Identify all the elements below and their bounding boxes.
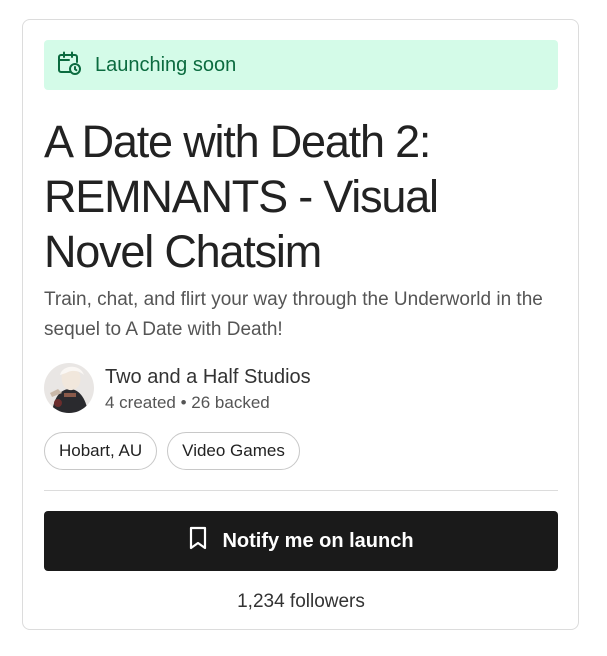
creator-name[interactable]: Two and a Half Studios	[105, 364, 311, 390]
notify-me-label: Notify me on launch	[222, 529, 414, 552]
project-subtitle: Train, chat, and flirt your way through …	[44, 289, 543, 340]
tag-list: Hobart, AU Video Games	[44, 432, 558, 470]
creator-stats: 4 created • 26 backed	[105, 393, 270, 412]
followers-count: 1,234 followers	[237, 591, 365, 612]
creator-avatar[interactable]	[44, 363, 94, 413]
project-title[interactable]: A Date with Death 2: REMNANTS - Visual N…	[44, 114, 558, 279]
calendar-clock-icon	[56, 50, 82, 81]
creator-row: Two and a Half Studios 4 created • 26 ba…	[44, 363, 558, 415]
divider	[44, 490, 558, 491]
bookmark-icon	[188, 526, 222, 556]
notify-me-button[interactable]: Notify me on launch	[44, 511, 558, 571]
banner-label: Launching soon	[95, 53, 237, 76]
project-card: Launching soon A Date with Death 2: REMN…	[22, 19, 579, 630]
tag-category[interactable]: Video Games	[167, 432, 300, 470]
launching-soon-banner: Launching soon	[44, 40, 558, 90]
tag-location[interactable]: Hobart, AU	[44, 432, 158, 470]
